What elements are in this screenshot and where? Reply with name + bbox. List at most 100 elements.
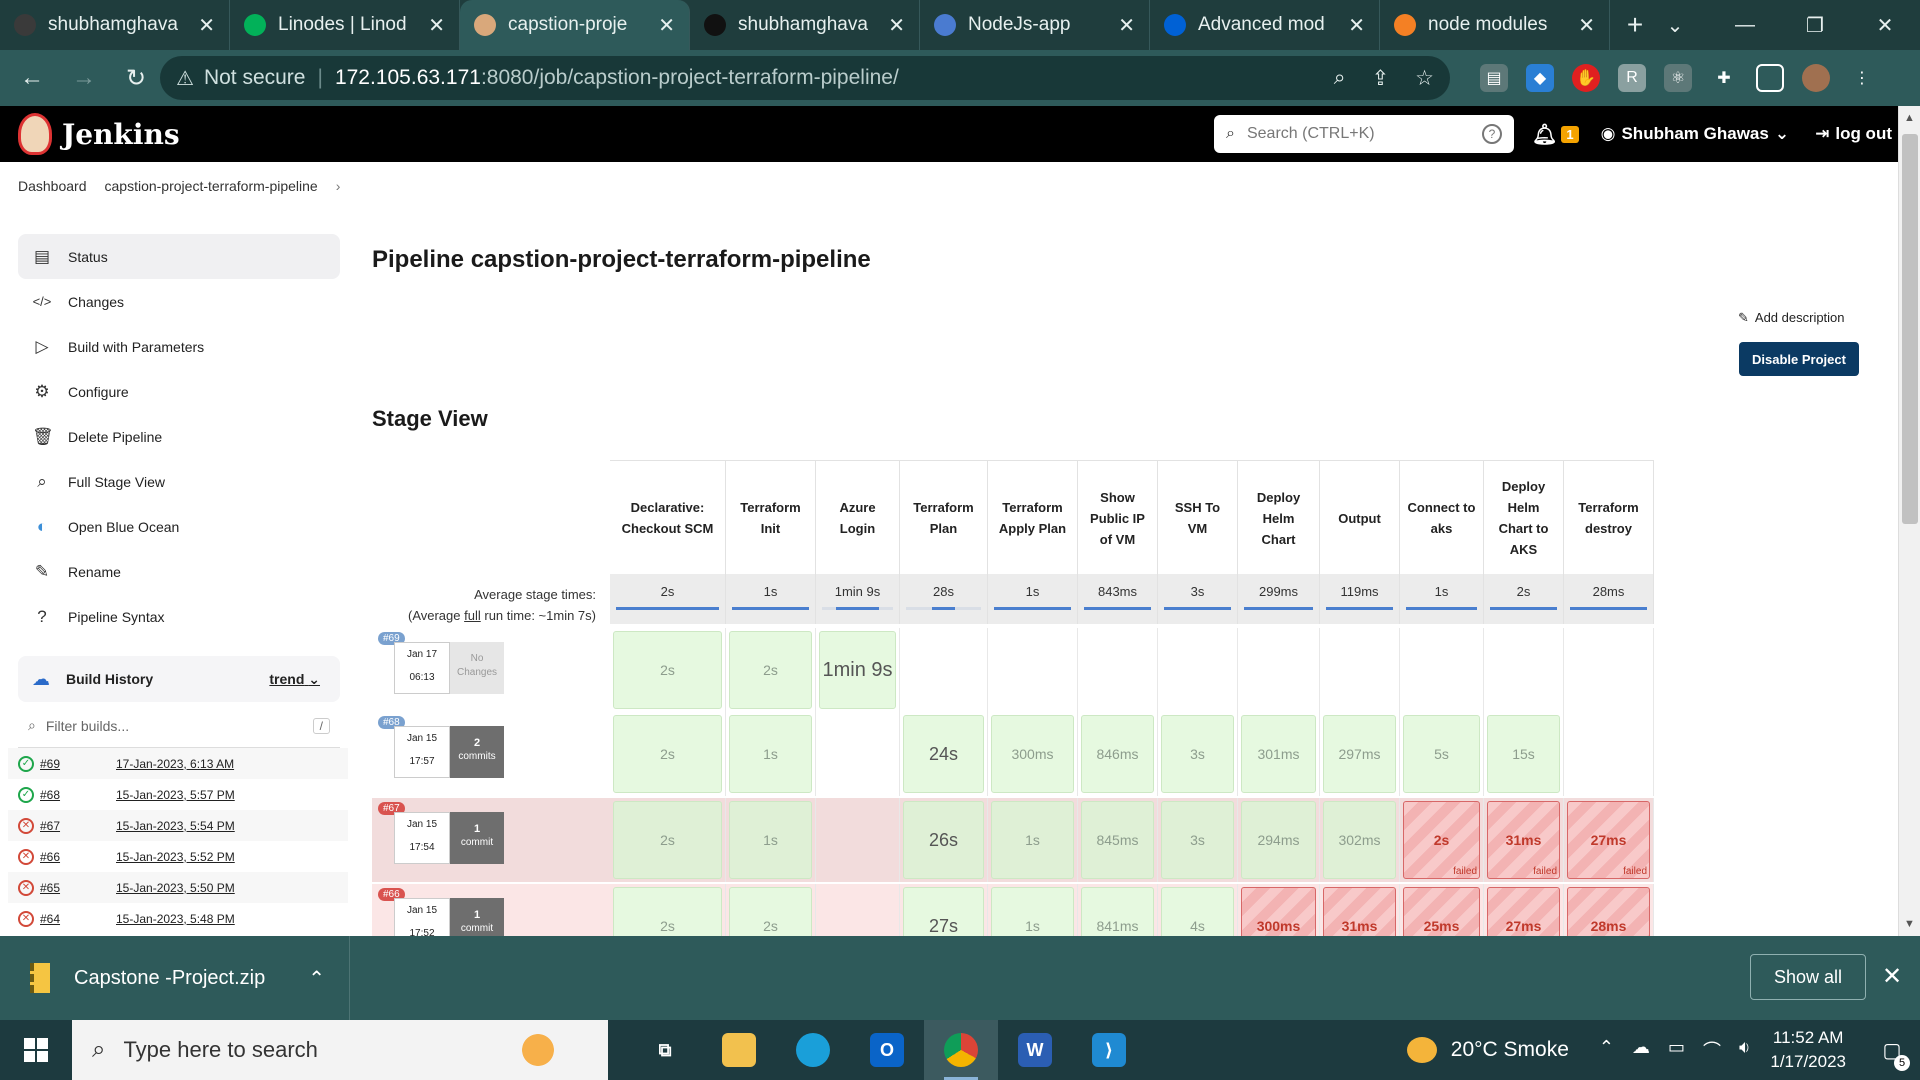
bell-icon[interactable]: 🔔︎ bbox=[1532, 122, 1557, 147]
build-date-link[interactable]: 15-Jan-2023, 5:48 PM bbox=[116, 912, 235, 926]
sidebar-item[interactable]: ⌕ Full Stage View bbox=[18, 459, 340, 504]
stage-cell[interactable]: 302ms bbox=[1320, 798, 1400, 882]
stage-cell-value[interactable]: 1s bbox=[729, 801, 812, 879]
trend-link[interactable]: trend ⌄ bbox=[269, 671, 320, 688]
avg-full-link[interactable]: full bbox=[464, 608, 481, 623]
reload-button[interactable]: ↻ bbox=[116, 64, 156, 93]
tab-search-icon[interactable]: ⌄ bbox=[1640, 13, 1710, 38]
weather-widget[interactable]: 20°C Smoke bbox=[1406, 1037, 1569, 1063]
sidebar-item[interactable]: ✎ Rename bbox=[18, 549, 340, 594]
run-changes[interactable]: 2 commits bbox=[450, 726, 504, 778]
sidebar-item[interactable]: ? Pipeline Syntax bbox=[18, 594, 340, 639]
stage-cell[interactable]: 294ms bbox=[1238, 798, 1320, 882]
build-date-link[interactable]: 15-Jan-2023, 5:57 PM bbox=[116, 788, 235, 802]
browser-tab[interactable]: capstion-proje ✕ bbox=[460, 0, 690, 50]
breadcrumb-dashboard[interactable]: Dashboard bbox=[18, 178, 87, 194]
stage-cell-value[interactable]: 3s bbox=[1161, 715, 1234, 793]
build-number-link[interactable]: #64 bbox=[40, 912, 116, 926]
taskbar-search[interactable]: ⌕ Type here to search bbox=[72, 1020, 608, 1080]
word-button[interactable]: W bbox=[998, 1020, 1072, 1080]
stage-cell-value[interactable]: 2s bbox=[613, 631, 722, 709]
stage-cell-value[interactable]: 3s bbox=[1161, 801, 1234, 879]
stage-cell[interactable]: 24s bbox=[900, 712, 988, 796]
sidebar-item[interactable]: ⚙ Configure bbox=[18, 369, 340, 414]
scrollbar-thumb[interactable] bbox=[1902, 134, 1918, 524]
close-icon[interactable]: ✕ bbox=[658, 13, 675, 38]
stage-cell[interactable]: 1s bbox=[726, 798, 816, 882]
stage-cell-value[interactable]: 294ms bbox=[1241, 801, 1316, 879]
logout-link[interactable]: ⇥ log out bbox=[1815, 124, 1892, 144]
minimize-button[interactable]: — bbox=[1710, 14, 1780, 37]
bookmark-star-icon[interactable]: ☆ bbox=[1415, 66, 1434, 91]
build-number-link[interactable]: #69 bbox=[40, 757, 116, 771]
stage-cell-value[interactable]: 2s bbox=[729, 631, 812, 709]
stage-cell-value[interactable]: 5s bbox=[1403, 715, 1480, 793]
stage-cell-value[interactable]: 1min 9s bbox=[819, 631, 896, 709]
close-icon[interactable]: ✕ bbox=[1578, 13, 1595, 38]
stage-cell[interactable]: 300ms bbox=[988, 712, 1078, 796]
build-number-link[interactable]: #67 bbox=[40, 819, 116, 833]
breadcrumb-job[interactable]: capstion-project-terraform-pipeline bbox=[105, 178, 318, 194]
close-icon[interactable]: ✕ bbox=[1348, 13, 1365, 38]
run-changes[interactable]: 1 commit bbox=[450, 812, 504, 864]
stage-cell-value[interactable]: 297ms bbox=[1323, 715, 1396, 793]
stage-cell-value[interactable]: 846ms bbox=[1081, 715, 1154, 793]
notification-center-button[interactable]: ▢ 5 bbox=[1870, 1038, 1914, 1071]
browser-tab[interactable]: shubhamghava ✕ bbox=[0, 0, 230, 50]
stage-cell[interactable]: 297ms bbox=[1320, 712, 1400, 796]
sidebar-item[interactable]: ▤ Status bbox=[18, 234, 340, 279]
restore-button[interactable]: ❐ bbox=[1780, 13, 1850, 38]
sidebar-item[interactable]: 🗑︎ Delete Pipeline bbox=[18, 414, 340, 459]
onedrive-icon[interactable]: ☁ bbox=[1632, 1037, 1650, 1063]
stage-cell[interactable]: 31ms failed bbox=[1484, 798, 1564, 882]
stage-cell-value[interactable]: 27ms failed bbox=[1567, 801, 1650, 879]
build-number-link[interactable]: #66 bbox=[40, 850, 116, 864]
browser-tab[interactable]: node modules ✕ bbox=[1380, 0, 1610, 50]
jenkins-search[interactable]: ⌕ Search (CTRL+K) ? bbox=[1214, 115, 1514, 153]
close-icon[interactable]: ✕ bbox=[428, 13, 445, 38]
build-date-link[interactable]: 15-Jan-2023, 5:52 PM bbox=[116, 850, 235, 864]
stage-cell-value[interactable]: 301ms bbox=[1241, 715, 1316, 793]
stage-cell[interactable]: 2s bbox=[726, 628, 816, 712]
stage-cell[interactable]: 1s bbox=[988, 798, 1078, 882]
stage-cell-value[interactable]: 845ms bbox=[1081, 801, 1154, 879]
vscode-button[interactable]: ⟩ bbox=[1072, 1020, 1146, 1080]
browser-tab[interactable]: NodeJs-app ✕ bbox=[920, 0, 1150, 50]
filter-builds-input[interactable]: ⌕ Filter builds... / bbox=[18, 704, 340, 748]
stage-cell-value[interactable]: 31ms failed bbox=[1487, 801, 1560, 879]
download-item[interactable]: Capstone -Project.zip ⌃ bbox=[30, 936, 350, 1020]
wifi-icon[interactable]: ⌒ bbox=[1703, 1037, 1721, 1063]
start-button[interactable] bbox=[0, 1038, 72, 1062]
stage-cell-value[interactable]: 300ms bbox=[991, 715, 1074, 793]
edge-button[interactable] bbox=[776, 1020, 850, 1080]
outlook-button[interactable]: O bbox=[850, 1020, 924, 1080]
build-date-link[interactable]: 15-Jan-2023, 5:54 PM bbox=[116, 819, 235, 833]
notification-badge[interactable]: 1 bbox=[1561, 125, 1579, 143]
stage-cell[interactable]: 1min 9s bbox=[816, 628, 900, 712]
stage-cell[interactable]: 2s bbox=[610, 628, 726, 712]
browser-tab[interactable]: shubhamghava ✕ bbox=[690, 0, 920, 50]
share-icon[interactable]: ⇪ bbox=[1372, 66, 1390, 91]
stage-cell[interactable]: 845ms bbox=[1078, 798, 1158, 882]
close-icon[interactable]: ✕ bbox=[198, 13, 215, 38]
battery-icon[interactable]: ▭ bbox=[1668, 1037, 1685, 1063]
jenkins-home-link[interactable]: Jenkins bbox=[18, 113, 180, 155]
browser-tab[interactable]: Advanced mod ✕ bbox=[1150, 0, 1380, 50]
sidebar-item[interactable]: </> Changes bbox=[18, 279, 340, 324]
chrome-menu-icon[interactable]: ⋮ bbox=[1848, 64, 1876, 92]
chevron-up-icon[interactable]: ⌃ bbox=[308, 966, 325, 991]
stage-cell-value[interactable]: 2s failed bbox=[1403, 801, 1480, 879]
stage-cell-value[interactable]: 1s bbox=[991, 801, 1074, 879]
chrome-button[interactable] bbox=[924, 1020, 998, 1080]
disable-project-button[interactable]: Disable Project bbox=[1739, 342, 1859, 376]
stage-cell[interactable]: 2s failed bbox=[1400, 798, 1484, 882]
stage-cell[interactable]: 846ms bbox=[1078, 712, 1158, 796]
sidebar-item[interactable]: ◐ Open Blue Ocean bbox=[18, 504, 340, 549]
stage-cell[interactable]: 2s bbox=[610, 798, 726, 882]
stage-cell-value[interactable]: 2s bbox=[613, 801, 722, 879]
stage-cell[interactable]: 3s bbox=[1158, 798, 1238, 882]
react-extension-icon[interactable]: ⚛ bbox=[1664, 64, 1692, 92]
search-help-icon[interactable]: ? bbox=[1482, 124, 1502, 144]
task-view-button[interactable]: ⧉ bbox=[628, 1020, 702, 1080]
stage-cell-value[interactable]: 24s bbox=[903, 715, 984, 793]
